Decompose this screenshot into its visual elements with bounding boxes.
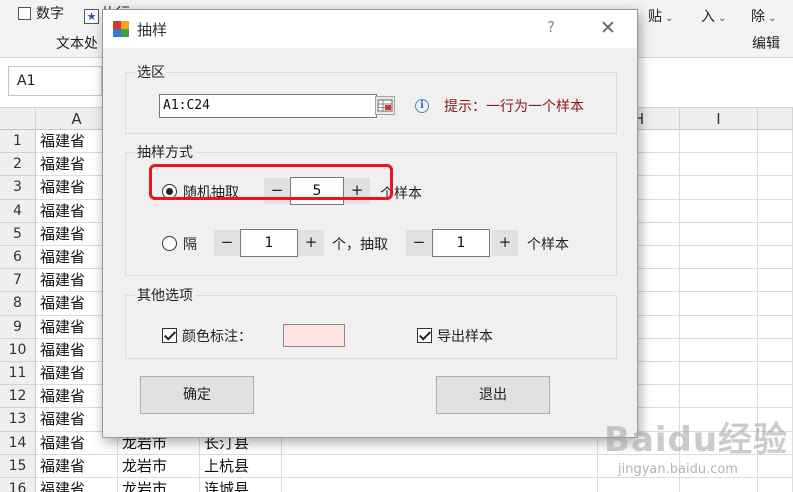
export-sample-checkbox[interactable]	[417, 328, 432, 343]
row-header[interactable]: 2	[0, 153, 36, 177]
info-icon: i	[415, 99, 429, 113]
extract-plus-button[interactable]: +	[492, 230, 518, 256]
table-cell[interactable]	[680, 222, 758, 246]
interval-radio[interactable]	[162, 236, 177, 251]
exit-button[interactable]: 退出	[436, 376, 550, 414]
table-cell[interactable]	[758, 362, 793, 386]
table-cell[interactable]	[758, 338, 793, 362]
table-cell[interactable]	[758, 153, 793, 177]
text-group-label: 文本处	[56, 36, 98, 52]
row-header[interactable]: 4	[0, 199, 36, 223]
table-cell[interactable]	[758, 315, 793, 339]
color-mark-label: 颜色标注：	[182, 329, 252, 345]
chevron-down-icon: ⌄	[715, 13, 727, 24]
row-header[interactable]: 6	[0, 246, 36, 270]
row-header[interactable]: 15	[0, 454, 36, 478]
table-cell[interactable]	[680, 199, 758, 223]
column-header[interactable]	[758, 108, 793, 130]
table-cell[interactable]	[680, 338, 758, 362]
paste-button[interactable]: 贴 ⌄	[648, 6, 674, 26]
table-cell[interactable]: 连城县	[200, 478, 282, 492]
color-mark-checkbox[interactable]	[162, 328, 177, 343]
color-swatch[interactable]	[283, 324, 345, 347]
row-header[interactable]: 10	[0, 338, 36, 362]
interval-minus-button[interactable]: −	[214, 230, 240, 256]
table-cell[interactable]	[680, 246, 758, 270]
name-box[interactable]: A1	[8, 66, 102, 96]
table-cell[interactable]	[758, 199, 793, 223]
row-header[interactable]: 8	[0, 292, 36, 316]
table-cell[interactable]: 上杭县	[200, 454, 282, 478]
extract-unit-label: 个样本	[527, 237, 569, 253]
hint-text: 提示：一行为一个样本	[444, 99, 584, 115]
table-cell[interactable]: 龙岩市	[118, 478, 200, 492]
table-cell[interactable]	[758, 292, 793, 316]
extract-minus-button[interactable]: −	[406, 230, 432, 256]
table-cell[interactable]	[758, 269, 793, 293]
row-header[interactable]: 12	[0, 385, 36, 409]
sampling-dialog: 抽样 ? ✕ 选区 A1:C24 i 提示：一行为一个样本 抽样方式 随机抽取 …	[102, 9, 638, 438]
insert-button[interactable]: 入 ⌄	[701, 6, 727, 26]
close-button[interactable]: ✕	[595, 17, 621, 41]
row-header[interactable]: 13	[0, 408, 36, 432]
table-cell[interactable]: 福建省	[36, 454, 118, 478]
range-picker-button[interactable]	[375, 96, 395, 115]
checkbox-box[interactable]	[18, 7, 31, 20]
help-button[interactable]: ?	[539, 18, 563, 40]
row-header[interactable]: 3	[0, 176, 36, 200]
table-cell[interactable]	[680, 130, 758, 154]
table-cell[interactable]: 福建省	[36, 478, 118, 492]
star-icon: ★	[84, 9, 99, 24]
table-cell[interactable]	[680, 362, 758, 386]
table-cell[interactable]	[282, 454, 598, 478]
table-cell[interactable]	[680, 176, 758, 200]
dialog-title: 抽样	[137, 21, 168, 39]
watermark-url: jingyan.baidu.com	[618, 462, 738, 477]
table-cell[interactable]	[680, 292, 758, 316]
table-cell[interactable]	[680, 153, 758, 177]
interval-mid-label: 个，抽取	[332, 237, 388, 253]
ok-button[interactable]: 确定	[140, 376, 254, 414]
row-header[interactable]: 1	[0, 130, 36, 154]
column-header-i[interactable]: I	[680, 108, 758, 130]
table-cell[interactable]	[680, 315, 758, 339]
row-header[interactable]: 9	[0, 315, 36, 339]
range-input[interactable]: A1:C24	[159, 94, 377, 118]
delete-button[interactable]: 除 ⌄	[751, 6, 777, 26]
row-header[interactable]: 5	[0, 222, 36, 246]
other-options-title: 其他选项	[135, 285, 195, 305]
method-group-title: 抽样方式	[135, 142, 195, 162]
interval-plus-button[interactable]: +	[298, 230, 324, 256]
table-cell[interactable]	[758, 130, 793, 154]
extract-input[interactable]: 1	[432, 229, 490, 257]
interval-input[interactable]: 1	[240, 229, 298, 257]
table-cell[interactable]	[680, 269, 758, 293]
annotation-highlight	[149, 164, 393, 200]
chevron-down-icon: ⌄	[765, 13, 777, 24]
row-header[interactable]: 7	[0, 269, 36, 293]
export-sample-label: 导出样本	[437, 329, 493, 345]
row-header[interactable]: 16	[0, 478, 36, 492]
table-cell[interactable]: 龙岩市	[118, 454, 200, 478]
row-header[interactable]: 11	[0, 362, 36, 386]
row-header[interactable]: 14	[0, 431, 36, 455]
table-cell[interactable]	[758, 246, 793, 270]
range-select-icon	[377, 99, 393, 112]
watermark: Baidu经验 jingyan.baidu.com	[604, 404, 790, 488]
table-cell[interactable]	[758, 176, 793, 200]
table-cell[interactable]	[282, 478, 598, 492]
edit-group-label: 编辑	[752, 36, 780, 52]
watermark-logo-text: Baidu经验	[604, 420, 789, 460]
table-cell[interactable]	[758, 222, 793, 246]
dialog-titlebar[interactable]: 抽样 ? ✕	[103, 10, 637, 48]
chevron-down-icon: ⌄	[662, 13, 674, 24]
interval-label: 隔	[183, 237, 197, 253]
select-all-corner[interactable]	[0, 108, 36, 130]
app-icon	[113, 21, 129, 37]
number-checkbox[interactable]: 数字	[18, 3, 64, 23]
range-group-title: 选区	[135, 62, 167, 82]
